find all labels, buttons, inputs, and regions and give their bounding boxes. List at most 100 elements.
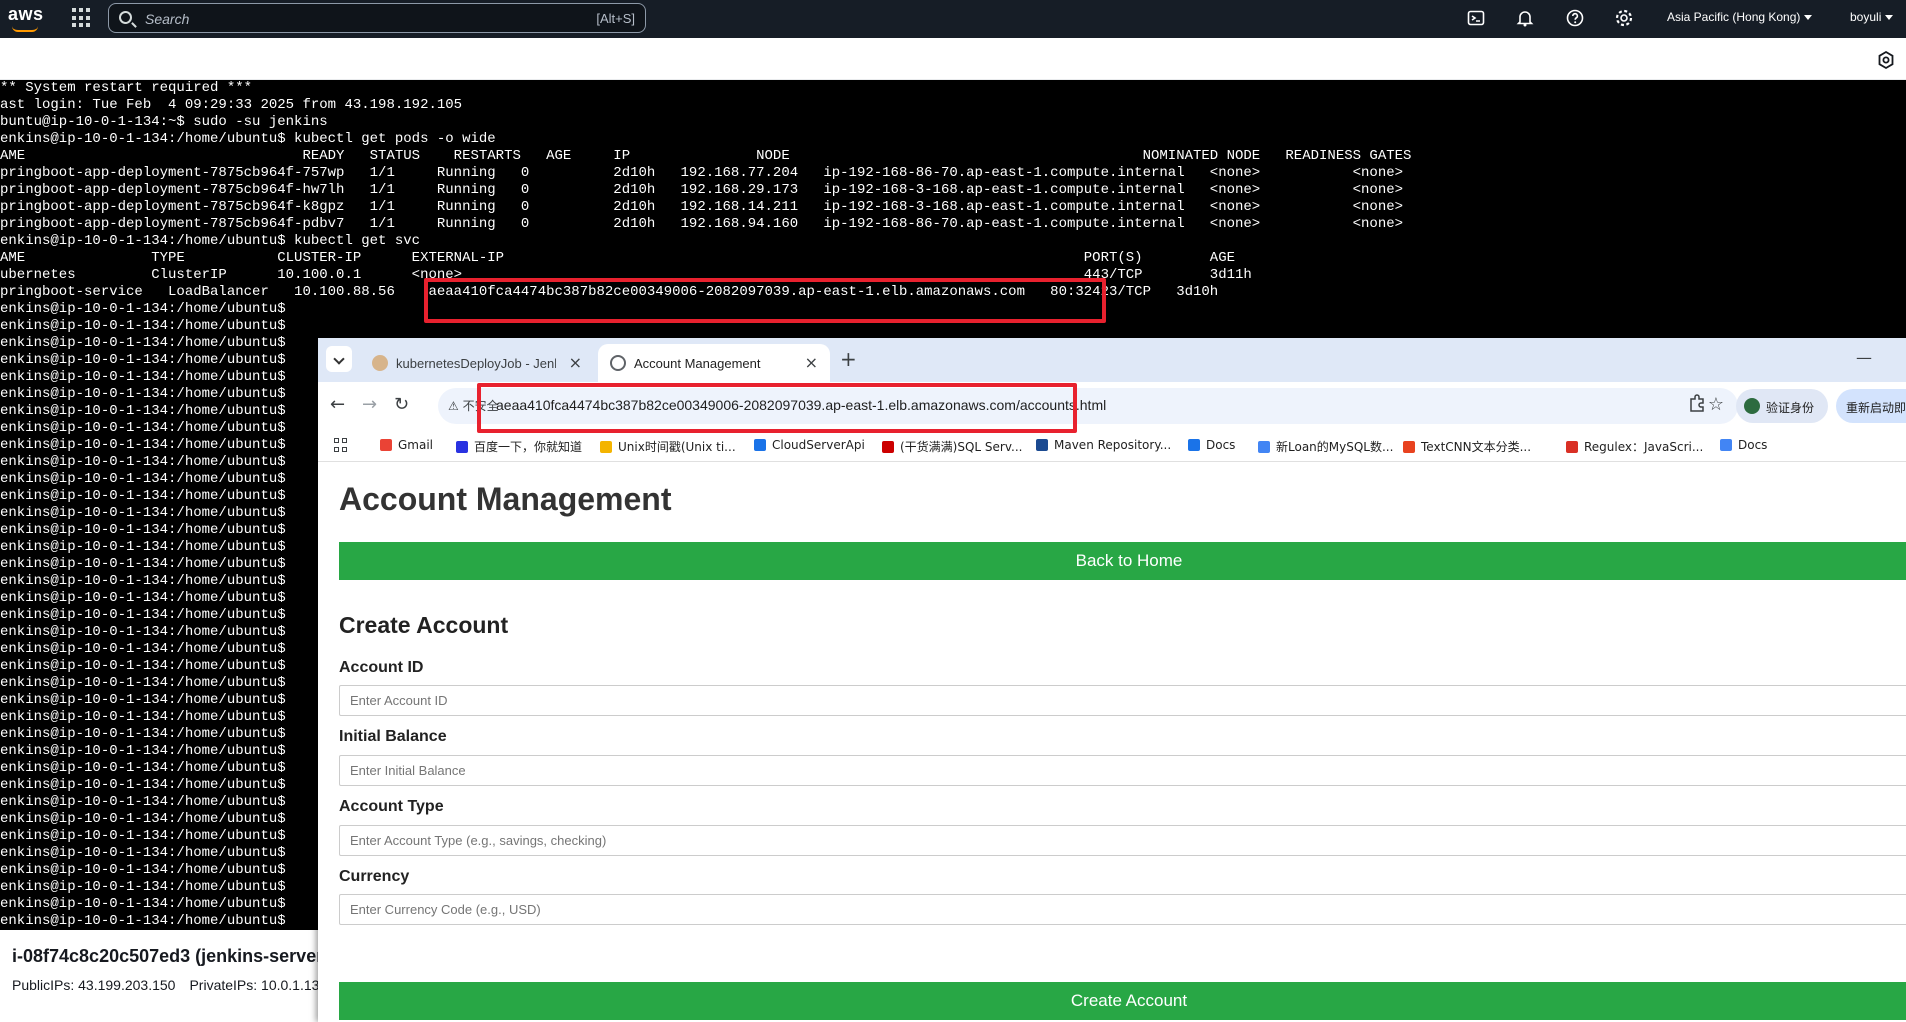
tab-title: kubernetesDeployJob - Jenkins bbox=[396, 356, 556, 371]
aws-logo[interactable]: aws bbox=[8, 4, 44, 32]
initial-balance-input[interactable] bbox=[339, 755, 1906, 786]
bookmark-item[interactable]: 新Loan的MySQL数... bbox=[1258, 438, 1393, 455]
profile-avatar-icon bbox=[1744, 398, 1760, 414]
forward-button[interactable]: → bbox=[362, 394, 377, 415]
bookmark-label: 百度一下，你就知道 bbox=[474, 440, 583, 454]
terminal-line: AME TYPE CLUSTER-IP EXTERNAL-IP PORT(S) … bbox=[0, 250, 1236, 266]
bookmark-item[interactable]: 百度一下，你就知道 bbox=[456, 438, 582, 455]
bookmark-favicon-icon bbox=[1036, 439, 1048, 451]
page-title: Account Management bbox=[339, 481, 672, 517]
bookmark-favicon-icon bbox=[456, 441, 468, 453]
settings-cog-icon[interactable] bbox=[1876, 50, 1896, 70]
terminal-line: pringboot-app-deployment-7875cb964f-pdbv… bbox=[0, 216, 1404, 232]
terminal-line: ubernetes ClusterIP 10.100.0.1 <none> 44… bbox=[0, 267, 1252, 283]
bookmark-label: Regulex：JavaScri... bbox=[1584, 440, 1704, 454]
tab-strip: kubernetesDeployJob - Jenkins × Account … bbox=[318, 338, 1906, 382]
terminal-line: enkins@ip-10-0-1-134:/home/ubuntu$ bbox=[0, 301, 286, 317]
chevron-down-icon bbox=[1885, 15, 1894, 21]
new-tab-button[interactable]: + bbox=[840, 347, 857, 371]
aws-search-box[interactable]: Search [Alt+S] bbox=[108, 3, 646, 33]
bookmark-label: Gmail bbox=[398, 438, 434, 452]
bookmark-item[interactable]: (干货满满)SQL Serv... bbox=[882, 438, 1022, 455]
region-selector[interactable]: Asia Pacific (Hong Kong) bbox=[1667, 10, 1813, 24]
extensions-icon[interactable] bbox=[1688, 394, 1706, 412]
bookmark-item[interactable]: TextCNN文本分类... bbox=[1403, 438, 1531, 455]
reload-button[interactable]: ↻ bbox=[394, 394, 409, 415]
minimize-button[interactable]: — bbox=[1856, 348, 1872, 367]
tab-jenkins[interactable]: kubernetesDeployJob - Jenkins × bbox=[360, 344, 594, 382]
aws-search-shortcut: [Alt+S] bbox=[596, 11, 635, 26]
currency-input[interactable] bbox=[339, 894, 1906, 925]
account-id-input[interactable] bbox=[339, 685, 1906, 716]
back-to-home-button[interactable]: Back to Home bbox=[339, 542, 1906, 580]
address-bar[interactable]: ⚠ 不安全 aeaa410fca4474bc387b82ce00349006-2… bbox=[438, 388, 1738, 424]
region-label: Asia Pacific (Hong Kong) bbox=[1667, 10, 1801, 24]
services-grid-icon[interactable] bbox=[72, 8, 92, 28]
security-warning[interactable]: ⚠ 不安全 bbox=[448, 397, 499, 414]
bookmark-item[interactable]: Unix时间戳(Unix ti... bbox=[600, 438, 736, 455]
jenkins-icon bbox=[372, 355, 388, 371]
verify-identity-button[interactable]: 验证身份 bbox=[1736, 389, 1828, 423]
initial-balance-label: Initial Balance bbox=[339, 728, 447, 745]
apps-icon[interactable] bbox=[334, 438, 348, 452]
instance-ips: PublicIPs: 43.199.203.150 PrivateIPs: 10.… bbox=[12, 977, 341, 993]
terminal-line: pringboot-app-deployment-7875cb964f-hw7l… bbox=[0, 182, 1404, 198]
bell-icon[interactable] bbox=[1516, 9, 1534, 27]
public-ips: PublicIPs: 43.199.203.150 bbox=[12, 977, 176, 993]
bookmark-favicon-icon bbox=[380, 439, 392, 451]
user-label: boyuli bbox=[1850, 10, 1882, 24]
close-icon[interactable]: × bbox=[569, 353, 582, 372]
terminal-line: ast login: Tue Feb 4 09:29:33 2025 from … bbox=[0, 97, 463, 113]
user-menu[interactable]: boyuli bbox=[1850, 10, 1894, 24]
bookmark-favicon-icon bbox=[882, 441, 894, 453]
terminal-line: pringboot-app-deployment-7875cb964f-757w… bbox=[0, 165, 1404, 181]
bookmark-star-icon[interactable]: ☆ bbox=[1708, 394, 1724, 415]
account-type-label: Account Type bbox=[339, 798, 444, 815]
bookmark-label: Unix时间戳(Unix ti... bbox=[618, 440, 736, 454]
bookmark-label: Docs bbox=[1738, 438, 1768, 452]
browser-window: kubernetesDeployJob - Jenkins × Account … bbox=[318, 338, 1906, 1022]
terminal-line: enkins@ip-10-0-1-134:/home/ubuntu$ kubec… bbox=[0, 233, 421, 249]
terminal-line: ** System restart required *** bbox=[0, 80, 253, 96]
bookmark-label: 新Loan的MySQL数... bbox=[1276, 440, 1394, 454]
tab-search-button[interactable] bbox=[326, 346, 352, 372]
bookmarks-bar: Gmail 百度一下，你就知道 Unix时间戳(Unix ti... CloudSer… bbox=[318, 430, 1906, 462]
tab-account-management[interactable]: Account Management × bbox=[598, 344, 830, 382]
create-account-button[interactable]: Create Account bbox=[339, 982, 1906, 1020]
restart-update-button[interactable]: 重新启动即 bbox=[1836, 389, 1906, 423]
bookmark-favicon-icon bbox=[1258, 441, 1270, 453]
bookmark-label: TextCNN文本分类... bbox=[1421, 440, 1532, 454]
aws-top-bar: aws Search [Alt+S] Asia Pacific (Hong Ko… bbox=[0, 0, 1906, 38]
terminal-line: enkins@ip-10-0-1-134:/home/ubuntu$ kubec… bbox=[0, 131, 496, 147]
bookmark-favicon-icon bbox=[754, 439, 766, 451]
bookmark-label: Docs bbox=[1206, 438, 1236, 452]
chevron-down-icon bbox=[1804, 15, 1813, 21]
terminal-line: pringboot-app-deployment-7875cb964f-k8gp… bbox=[0, 199, 1404, 215]
account-type-input[interactable] bbox=[339, 825, 1906, 856]
cloudshell-icon[interactable] bbox=[1467, 9, 1485, 27]
help-icon[interactable] bbox=[1566, 9, 1584, 27]
bookmark-item[interactable]: Docs bbox=[1720, 438, 1767, 452]
search-icon bbox=[119, 11, 132, 24]
verify-label: 验证身份 bbox=[1766, 401, 1815, 415]
bookmark-favicon-icon bbox=[1566, 441, 1578, 453]
bookmark-item[interactable]: Gmail bbox=[380, 438, 433, 452]
close-icon[interactable]: × bbox=[805, 353, 818, 372]
account-id-label: Account ID bbox=[339, 659, 424, 676]
back-button[interactable]: ← bbox=[330, 394, 345, 415]
console-strip bbox=[0, 38, 1906, 80]
bookmark-item[interactable]: Docs bbox=[1188, 438, 1235, 452]
aws-logo-text: aws bbox=[8, 4, 44, 24]
bookmark-label: CloudServerApi bbox=[772, 438, 865, 452]
bookmark-favicon-icon bbox=[1403, 441, 1415, 453]
terminal-line: buntu@ip-10-0-1-134:~$ sudo -su jenkins bbox=[0, 114, 328, 130]
bookmark-item[interactable]: Maven Repository... bbox=[1036, 438, 1171, 452]
bookmark-favicon-icon bbox=[1188, 439, 1200, 451]
bookmark-item[interactable]: Regulex：JavaScri... bbox=[1566, 438, 1703, 455]
globe-icon bbox=[610, 355, 626, 371]
create-account-heading: Create Account bbox=[339, 612, 509, 638]
currency-label: Currency bbox=[339, 868, 410, 885]
terminal-line: enkins@ip-10-0-1-134:/home/ubuntu$ bbox=[0, 318, 286, 334]
bookmark-item[interactable]: CloudServerApi bbox=[754, 438, 865, 452]
gear-icon[interactable] bbox=[1615, 9, 1633, 27]
